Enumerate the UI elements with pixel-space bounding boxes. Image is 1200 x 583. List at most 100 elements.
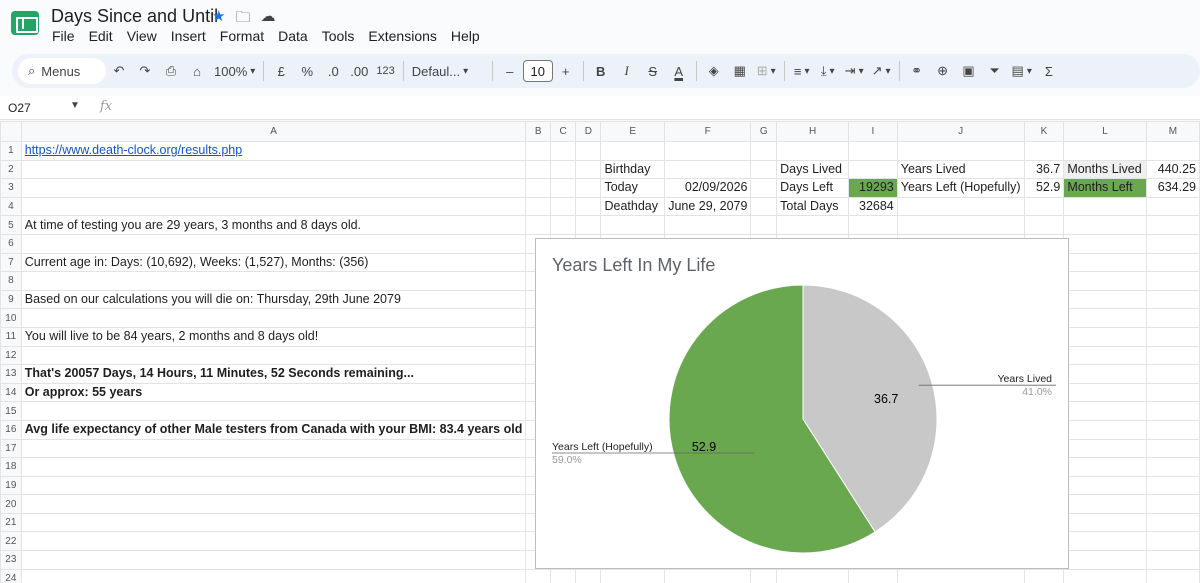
cell-l22[interactable]: [1063, 531, 1147, 552]
row-header[interactable]: 11: [0, 326, 22, 347]
row-header[interactable]: 16: [0, 419, 22, 440]
cell-l12[interactable]: [1063, 345, 1147, 366]
column-header[interactable]: M: [1145, 121, 1200, 142]
cell-m6[interactable]: [1145, 233, 1200, 254]
row-header[interactable]: 15: [0, 401, 22, 421]
cell-h4[interactable]: Total Days: [776, 196, 850, 217]
cell-l5[interactable]: [1063, 215, 1147, 235]
cell-j3[interactable]: Years Left (Hopefully): [896, 178, 1025, 198]
cell-l17[interactable]: [1063, 438, 1147, 459]
cell-a5[interactable]: At time of testing you are 29 years, 3 m…: [20, 215, 527, 235]
cell-l20[interactable]: [1063, 494, 1147, 514]
cell-g1[interactable]: [750, 141, 778, 161]
cell-c2[interactable]: [550, 159, 577, 180]
cell-a17[interactable]: [20, 438, 527, 459]
cell-a15[interactable]: [20, 401, 527, 421]
cell-l21[interactable]: [1063, 512, 1147, 533]
row-header[interactable]: 12: [0, 345, 22, 366]
cell-l2[interactable]: Months Lived: [1063, 159, 1147, 180]
cell-b24[interactable]: [525, 568, 552, 583]
cell-a19[interactable]: [20, 475, 527, 496]
cell-b1[interactable]: [525, 141, 552, 161]
cell-k5[interactable]: [1023, 215, 1065, 235]
cell-g3[interactable]: [750, 178, 778, 198]
cell-k3[interactable]: 52.9: [1023, 178, 1065, 198]
column-header[interactable]: F: [663, 121, 752, 142]
row-header[interactable]: 7: [0, 252, 22, 273]
cell-f2[interactable]: [663, 159, 752, 180]
column-header[interactable]: H: [776, 121, 850, 142]
document-title[interactable]: Days Since and Until: [51, 6, 218, 27]
cell-j24[interactable]: [896, 568, 1025, 583]
column-header[interactable]: E: [600, 121, 665, 142]
cell-m7[interactable]: [1145, 252, 1200, 273]
font-size-input[interactable]: 10: [522, 60, 553, 82]
merge-cells-icon[interactable]: ⊞: [753, 58, 780, 84]
cell-m9[interactable]: [1145, 289, 1200, 310]
cell-l16[interactable]: [1063, 419, 1147, 440]
cell-m15[interactable]: [1145, 401, 1200, 421]
insert-chart-icon[interactable]: ▣: [956, 58, 982, 84]
cell-m2[interactable]: 440.25: [1145, 159, 1200, 180]
column-header[interactable]: J: [896, 121, 1025, 142]
cell-m21[interactable]: [1145, 512, 1200, 533]
row-header[interactable]: 17: [0, 438, 22, 459]
cell-a24[interactable]: [20, 568, 527, 583]
cell-a22[interactable]: [20, 531, 527, 552]
cell-a9[interactable]: Based on our calculations you will die o…: [20, 289, 527, 310]
name-box[interactable]: O27: [8, 101, 31, 115]
cell-m8[interactable]: [1145, 271, 1200, 291]
cell-m1[interactable]: [1145, 141, 1200, 161]
filter-icon[interactable]: ⏷: [982, 58, 1008, 84]
cell-d1[interactable]: [575, 141, 602, 161]
cell-h5[interactable]: [776, 215, 850, 235]
cell-h1[interactable]: [776, 141, 850, 161]
cell-c24[interactable]: [550, 568, 577, 583]
cell-l7[interactable]: [1063, 252, 1147, 273]
cell-l15[interactable]: [1063, 401, 1147, 421]
cell-k2[interactable]: 36.7: [1023, 159, 1065, 180]
cell-m18[interactable]: [1145, 457, 1200, 477]
cell-l9[interactable]: [1063, 289, 1147, 310]
menu-extensions[interactable]: Extensions: [361, 28, 443, 44]
select-all-corner[interactable]: [0, 121, 22, 142]
cell-l13[interactable]: [1063, 364, 1147, 384]
column-header[interactable]: A: [20, 121, 527, 142]
cell-f1[interactable]: [663, 141, 752, 161]
increase-decimal-button[interactable]: .00: [346, 58, 372, 84]
cell-m5[interactable]: [1145, 215, 1200, 235]
cell-f3[interactable]: 02/09/2026: [663, 178, 752, 198]
cell-j1[interactable]: [896, 141, 1025, 161]
column-header[interactable]: C: [550, 121, 577, 142]
cell-i24[interactable]: [848, 568, 898, 583]
cell-l10[interactable]: [1063, 308, 1147, 328]
menu-tools[interactable]: Tools: [315, 28, 362, 44]
column-header[interactable]: B: [525, 121, 552, 142]
row-header[interactable]: 13: [0, 364, 22, 384]
cell-l19[interactable]: [1063, 475, 1147, 496]
column-header[interactable]: D: [575, 121, 602, 142]
cell-m10[interactable]: [1145, 308, 1200, 328]
cell-a13[interactable]: That's 20057 Days, 14 Hours, 11 Minutes,…: [20, 364, 527, 384]
cell-i4[interactable]: 32684: [848, 196, 898, 217]
pie-chart[interactable]: Years Left In My Life 36.7 Years Lived 41.…: [535, 238, 1069, 569]
cell-e2[interactable]: Birthday: [600, 159, 665, 180]
menu-view[interactable]: View: [120, 28, 164, 44]
cell-h24[interactable]: [776, 568, 850, 583]
row-header[interactable]: 1: [0, 141, 22, 161]
cell-e24[interactable]: [600, 568, 665, 583]
text-color-button[interactable]: A: [666, 58, 692, 84]
cell-a7[interactable]: Current age in: Days: (10,692), Weeks: (…: [20, 252, 527, 273]
cell-k1[interactable]: [1023, 141, 1065, 161]
cell-m4[interactable]: [1145, 196, 1200, 217]
row-header[interactable]: 20: [0, 494, 22, 514]
cell-i1[interactable]: [848, 141, 898, 161]
cell-d3[interactable]: [575, 178, 602, 198]
chevron-down-icon[interactable]: ▼: [70, 100, 80, 111]
cell-f5[interactable]: [663, 215, 752, 235]
cell-m12[interactable]: [1145, 345, 1200, 366]
cell-j2[interactable]: Years Lived: [896, 159, 1025, 180]
cell-m23[interactable]: [1145, 550, 1200, 570]
cell-l24[interactable]: [1063, 568, 1147, 583]
cell-a10[interactable]: [20, 308, 527, 328]
